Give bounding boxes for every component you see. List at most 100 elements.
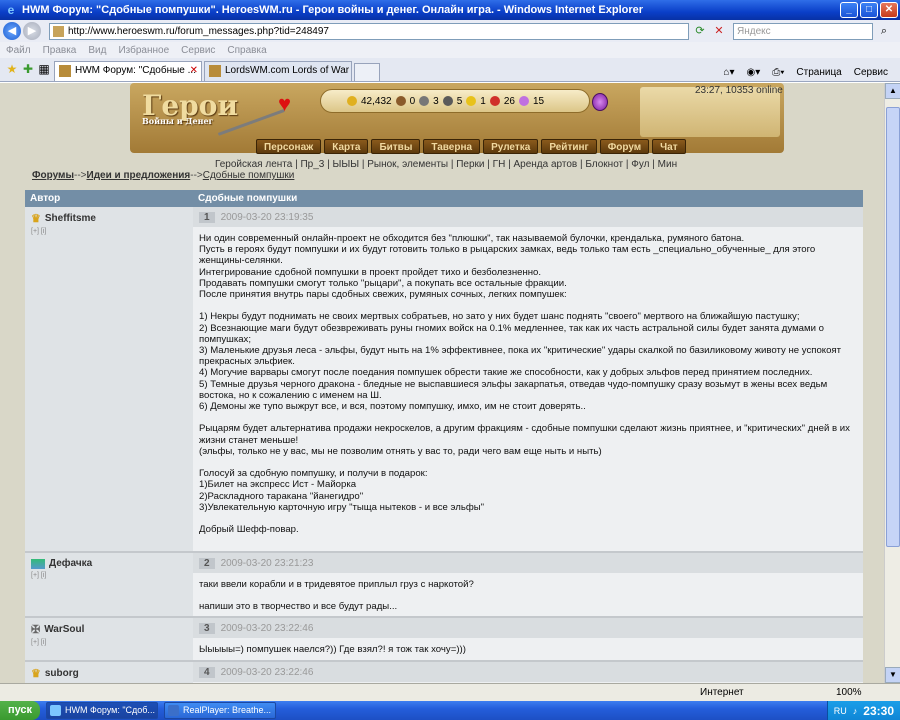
ore-icon	[419, 96, 430, 106]
forward-button[interactable]: ▶	[23, 22, 41, 40]
post-number[interactable]: 2	[199, 557, 215, 569]
author-links[interactable]: [+] [i]	[31, 572, 193, 579]
address-input[interactable]: http://www.heroeswm.ru/forum_messages.ph…	[49, 22, 689, 40]
author-links[interactable]: [+] [i]	[31, 639, 193, 646]
taskbar-item-ie[interactable]: HWM Форум: "Сдоб...	[46, 702, 158, 719]
post-date: 2009-03-20 23:19:35	[220, 211, 314, 223]
maximize-button[interactable]: □	[860, 2, 878, 18]
close-button[interactable]: ✕	[880, 2, 898, 18]
post-number[interactable]: 3	[199, 622, 215, 634]
post-body: 3 2009-03-20 23:22:46 Ыыыыы=) помпушек на…	[193, 618, 863, 660]
home-icon[interactable]: ⌂▾	[723, 67, 734, 78]
start-button[interactable]: пуск	[0, 701, 40, 720]
quick-tabs-icon[interactable]: ▦	[36, 61, 52, 77]
back-button[interactable]: ◀	[3, 22, 21, 40]
res-gold: 42,432	[361, 95, 392, 107]
zoom-level[interactable]: 100%	[836, 687, 862, 698]
ie-icon	[50, 705, 61, 716]
favorites-star-icon[interactable]: ★	[4, 61, 20, 77]
nav-battles[interactable]: Битвы	[371, 139, 421, 154]
menu-file[interactable]: Файл	[6, 45, 31, 56]
forum-thread: Автор Сдобные помпушки ♛ Sheffitsme [+] […	[25, 190, 863, 683]
author-name[interactable]: suborg	[45, 668, 79, 679]
resources-bar: 42,432 0 3 5 1 26 15	[320, 89, 590, 113]
post-body: 4 2009-03-20 23:22:46	[193, 662, 863, 683]
stop-icon[interactable]: ✕	[711, 23, 727, 39]
new-tab-button[interactable]	[354, 63, 380, 81]
nav-roulette[interactable]: Рулетка	[483, 139, 539, 154]
clan-flag-icon	[31, 558, 45, 569]
breadcrumb-forums[interactable]: Форумы	[32, 170, 74, 181]
breadcrumb-topic[interactable]: Сдобные помпушки	[203, 170, 295, 181]
forum-post: ♛ Sheffitsme [+] [i] 1 2009-03-20 23:19:35…	[25, 207, 863, 553]
address-url: http://www.heroeswm.ru/forum_messages.ph…	[68, 25, 329, 37]
print-icon[interactable]: ⎙▾	[772, 67, 784, 78]
crystal-icon	[489, 96, 500, 106]
nav-map[interactable]: Карта	[324, 139, 369, 154]
table-header: Автор Сдобные помпушки	[25, 190, 863, 207]
tab-lordswm[interactable]: LordsWM.com Lords of War ...	[204, 61, 352, 81]
quick-links[interactable]: Геройская лента | Пр_3 | ЫЫЫ | Рынок, эл…	[215, 159, 677, 170]
breadcrumb-sep: -->	[190, 170, 203, 181]
language-indicator[interactable]: RU	[834, 706, 847, 716]
tray-clock[interactable]: 23:30	[863, 704, 894, 718]
vertical-scrollbar[interactable]: ▲ ▼	[884, 83, 900, 683]
crown-icon: ♛	[31, 668, 41, 680]
search-input[interactable]: Яндекс	[733, 22, 873, 40]
post-text: Ыыыыы=) помпушек наелся?)) Где взял?! я …	[199, 644, 466, 655]
ie-logo-icon: e	[7, 3, 15, 17]
breadcrumb-section[interactable]: Идеи и предложения	[87, 170, 191, 181]
feeds-icon[interactable]: ◉▾	[746, 67, 760, 78]
volume-icon[interactable]: ♪	[853, 706, 858, 716]
breadcrumb-sep: -->	[74, 170, 87, 181]
menu-view[interactable]: Вид	[88, 45, 106, 56]
author-name[interactable]: WarSoul	[44, 624, 84, 635]
security-zone: Интернет	[700, 687, 744, 698]
minimize-button[interactable]: _	[840, 2, 858, 18]
task-label: HWM Форум: "Сдоб...	[65, 705, 155, 715]
gold-icon	[347, 96, 357, 106]
forum-post: ✠ WarSoul [+] [i] 3 2009-03-20 23:22:46 Ыы…	[25, 618, 863, 662]
nav-tavern[interactable]: Таверна	[423, 139, 481, 154]
breadcrumb: Форумы-->Идеи и предложения-->Сдобные по…	[32, 170, 294, 181]
address-toolbar: ◀ ▶ http://www.heroeswm.ru/forum_message…	[0, 20, 900, 42]
task-label: RealPlayer: Breathe...	[183, 705, 272, 715]
server-time-online: 23:27, 10353 online	[695, 85, 783, 96]
taskbar-item-realplayer[interactable]: RealPlayer: Breathe...	[164, 702, 276, 719]
author-name[interactable]: Дефачка	[49, 558, 92, 569]
nav-rating[interactable]: Рейтинг	[541, 139, 597, 154]
post-number[interactable]: 4	[199, 666, 215, 678]
res-sulfur: 1	[480, 95, 486, 107]
col-author: Автор	[30, 193, 61, 204]
nav-forum[interactable]: Форум	[599, 139, 650, 154]
menu-tools[interactable]: Сервис	[181, 45, 215, 56]
close-tab-icon[interactable]: ✕	[190, 62, 198, 80]
post-date: 2009-03-20 23:22:46	[220, 622, 314, 634]
gem-icon	[518, 96, 529, 106]
post-number[interactable]: 1	[199, 211, 215, 223]
post-date: 2009-03-20 23:22:46	[220, 666, 314, 678]
page-menu[interactable]: Страница	[796, 67, 841, 78]
tab-favicon-icon	[209, 65, 221, 77]
menu-favorites[interactable]: Избранное	[118, 45, 169, 56]
scroll-up-icon[interactable]: ▲	[885, 83, 900, 99]
refresh-icon[interactable]: ⟳	[692, 23, 708, 39]
menu-edit[interactable]: Правка	[43, 45, 77, 56]
scroll-thumb[interactable]	[886, 107, 900, 547]
add-favorite-icon[interactable]: ✚	[20, 61, 36, 77]
windows-taskbar: пуск HWM Форум: "Сдоб... RealPlayer: Bre…	[0, 701, 900, 720]
post-text: таки ввели корабли и в тридевятое приплы…	[199, 579, 474, 613]
nav-character[interactable]: Персонаж	[256, 139, 322, 154]
menu-help[interactable]: Справка	[227, 45, 266, 56]
tab-hwm-forum[interactable]: HWM Форум: "Сдобные ... ✕	[54, 61, 202, 81]
status-bar: Интернет 100%	[0, 683, 900, 701]
search-icon[interactable]: ⌕	[876, 23, 892, 39]
realplayer-icon	[168, 705, 179, 716]
author-name[interactable]: Sheffitsme	[45, 213, 96, 224]
sulfur-icon	[466, 96, 477, 106]
nav-chat[interactable]: Чат	[652, 139, 686, 154]
tools-menu[interactable]: Сервис	[854, 67, 888, 78]
scroll-down-icon[interactable]: ▼	[885, 667, 900, 683]
author-links[interactable]: [+] [i]	[31, 228, 193, 235]
post-author: ✠ WarSoul [+] [i]	[25, 618, 193, 660]
